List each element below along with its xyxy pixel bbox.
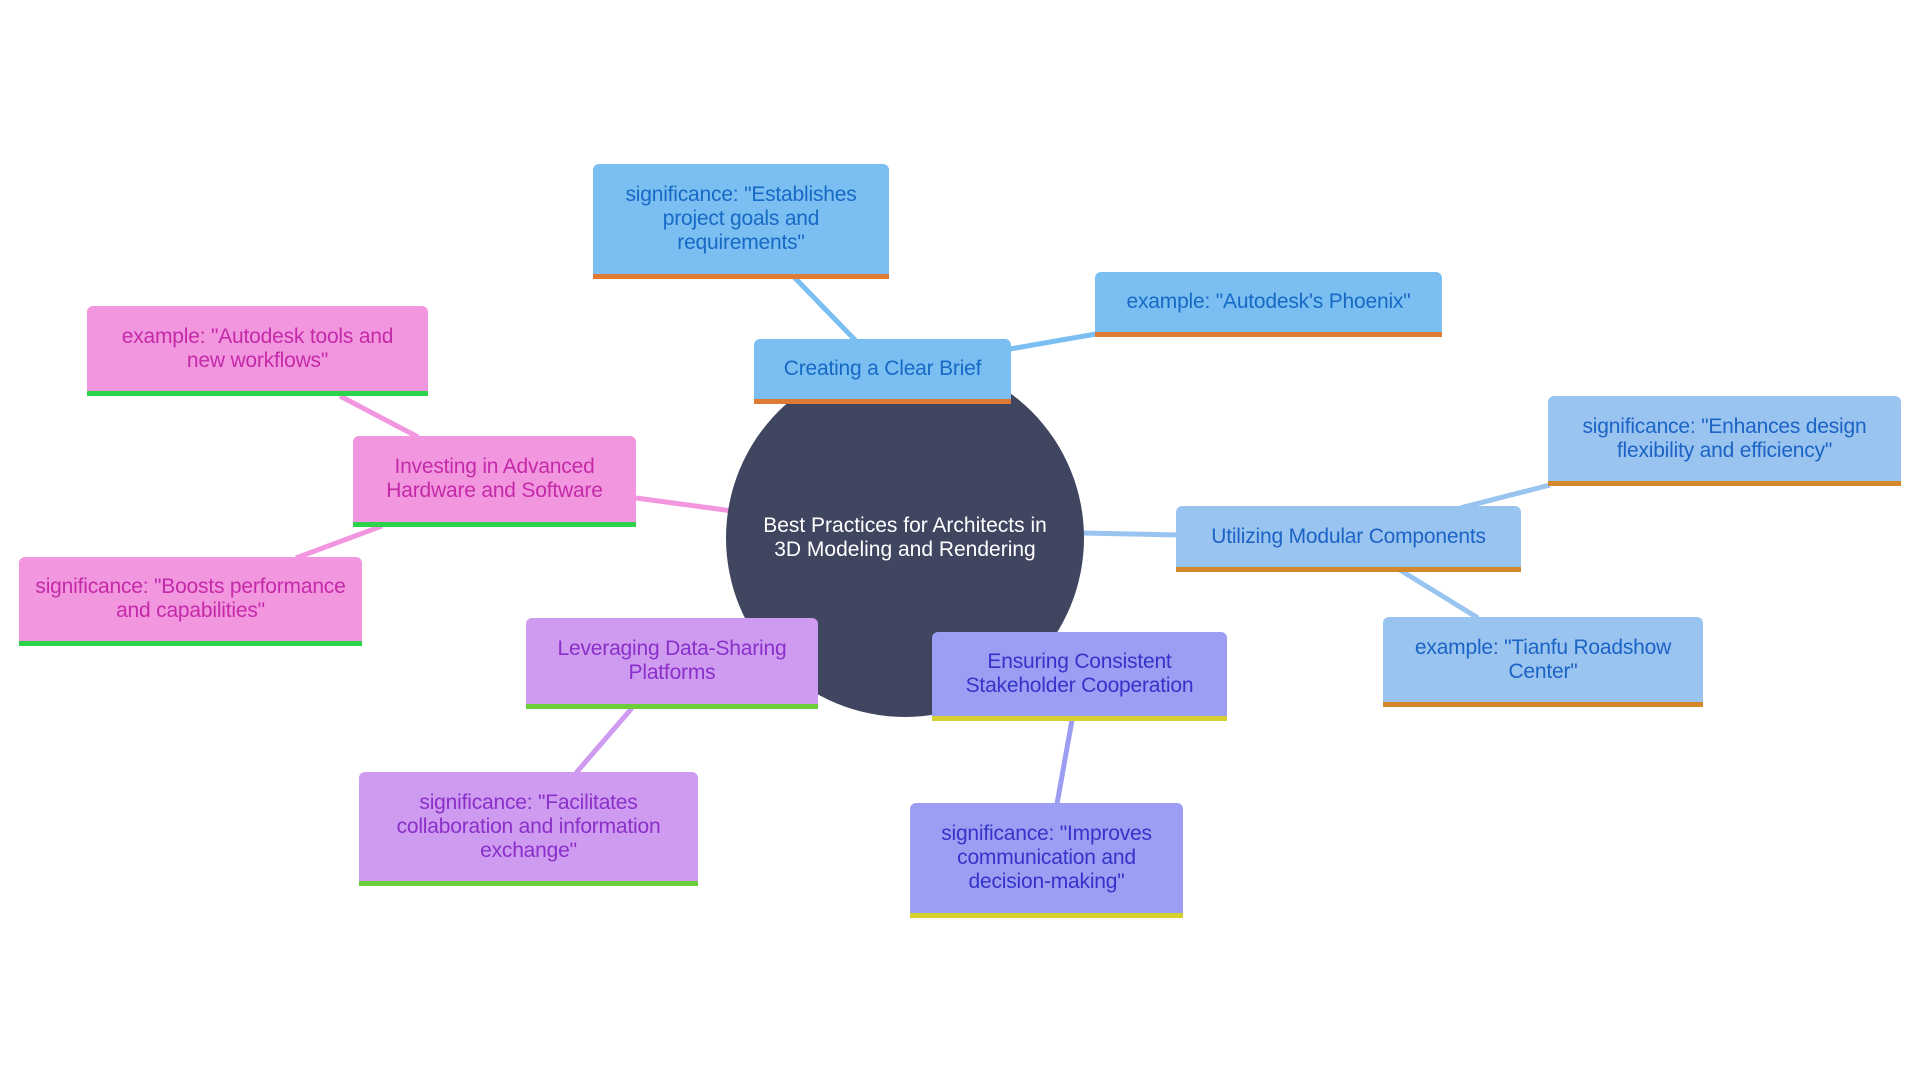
node-label: significance: "Enhances design flexibili…	[1582, 414, 1867, 462]
edge-root-modular	[1079, 530, 1179, 538]
node-ensuring-stakeholder-cooperation[interactable]: Ensuring Consistent Stakeholder Cooperat…	[932, 632, 1227, 721]
node-label: Utilizing Modular Components	[1211, 524, 1486, 548]
node-modular-significance[interactable]: significance: "Enhances design flexibili…	[1548, 396, 1901, 486]
node-brief-example[interactable]: example: "Autodesk's Phoenix"	[1095, 272, 1442, 337]
edge-hardware-significance	[295, 523, 383, 561]
node-label: Investing in Advanced Hardware and Softw…	[386, 455, 603, 502]
node-label: significance: "Improves communication an…	[941, 822, 1152, 893]
edge-hardware-example	[338, 393, 420, 440]
node-hardware-significance[interactable]: significance: "Boosts performance and ca…	[19, 557, 362, 646]
node-stakeholder-significance[interactable]: significance: "Improves communication an…	[910, 803, 1183, 918]
node-utilizing-modular-components[interactable]: Utilizing Modular Components	[1176, 506, 1521, 572]
node-modular-example[interactable]: example: "Tianfu Roadshow Center"	[1383, 617, 1703, 707]
edge-modular-significance	[1459, 482, 1551, 511]
node-label: Leveraging Data-Sharing Platforms	[557, 637, 787, 684]
node-label: significance: "Boosts performance and ca…	[35, 575, 346, 622]
edge-datasharing-significance	[574, 706, 634, 775]
node-label: example: "Tianfu Roadshow Center"	[1414, 635, 1672, 683]
node-hardware-example[interactable]: example: "Autodesk tools and new workflo…	[87, 306, 428, 396]
edge-brief-example	[1009, 331, 1097, 352]
node-label: Creating a Clear Brief	[783, 357, 982, 380]
node-creating-clear-brief[interactable]: Creating a Clear Brief	[754, 339, 1011, 404]
node-label: example: "Autodesk's Phoenix"	[1126, 290, 1411, 313]
node-investing-hardware-software[interactable]: Investing in Advanced Hardware and Softw…	[353, 436, 636, 527]
node-label: example: "Autodesk tools and new workflo…	[121, 324, 394, 372]
edge-stakeholder-significance	[1054, 719, 1075, 805]
edge-root-hardware	[635, 495, 741, 515]
mind-map-canvas: Best Practices for Architects in 3D Mode…	[0, 0, 1920, 1080]
edge-modular-example	[1398, 567, 1480, 621]
node-label: significance: "Facilitates collaboration…	[396, 790, 661, 862]
node-brief-significance[interactable]: significance: "Establishes project goals…	[593, 164, 889, 279]
node-label: Ensuring Consistent Stakeholder Cooperat…	[965, 650, 1194, 697]
node-leveraging-data-sharing[interactable]: Leveraging Data-Sharing Platforms	[526, 618, 818, 709]
edge-brief-significance	[792, 275, 858, 343]
node-datasharing-significance[interactable]: significance: "Facilitates collaboration…	[359, 772, 698, 886]
root-label: Best Practices for Architects in 3D Mode…	[763, 514, 1047, 561]
node-label: significance: "Establishes project goals…	[625, 183, 857, 254]
